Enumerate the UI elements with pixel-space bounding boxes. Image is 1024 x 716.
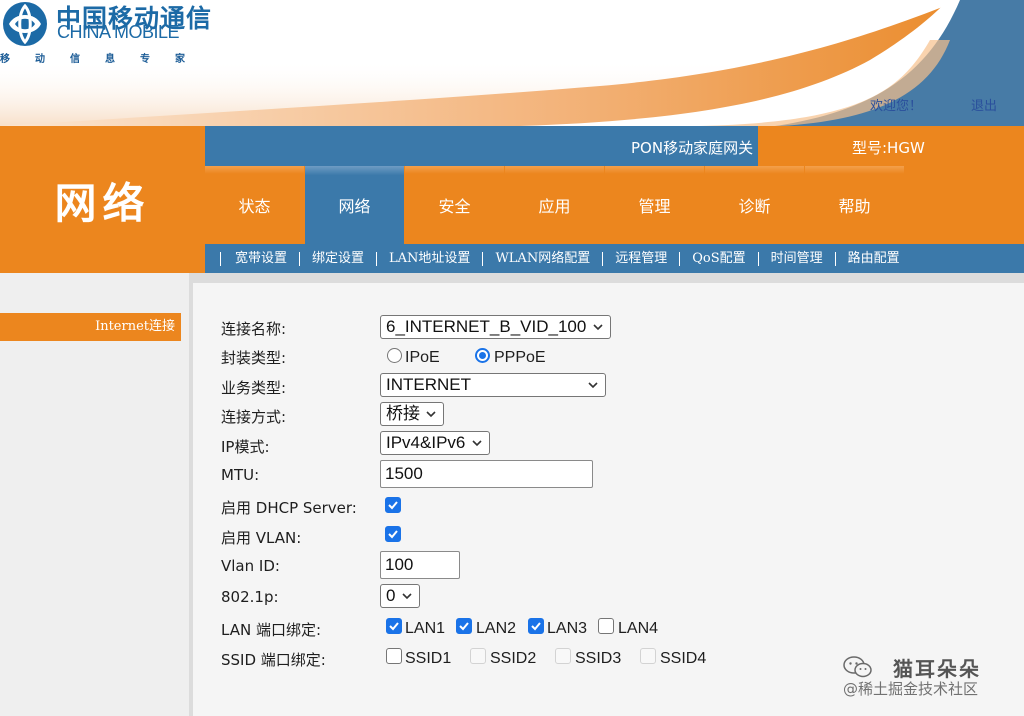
mtu-input[interactable]: 1500	[380, 460, 593, 488]
radio-ipoe[interactable]	[387, 348, 402, 363]
welcome-text: 欢迎您！	[870, 99, 923, 114]
radio-pppoe-label: PPPoE	[494, 349, 546, 366]
tab-network[interactable]: 网络	[305, 166, 404, 244]
service-type-select[interactable]: INTERNET	[380, 373, 606, 397]
subnav-time-management[interactable]: 时间管理	[757, 251, 835, 266]
checkmark-icon	[531, 622, 541, 631]
ip-mode-select[interactable]: IPv4&IPv6	[380, 431, 490, 455]
lan4-checkbox[interactable]	[598, 618, 614, 634]
subnav-broadband-settings[interactable]: 宽带设置	[220, 251, 299, 266]
vlan-id-input[interactable]: 100	[380, 551, 460, 579]
connection-name-label: 连接名称:	[221, 320, 287, 338]
radio-pppoe[interactable]	[475, 348, 490, 363]
service-type-value: INTERNET	[386, 375, 471, 394]
connection-name-select[interactable]: 6_INTERNET_B_VID_100	[380, 315, 611, 339]
wechat-icon	[843, 656, 872, 678]
vlan-id-label: Vlan ID:	[221, 557, 280, 575]
lan3-checkbox[interactable]	[528, 618, 544, 634]
slogan-char: 动	[35, 54, 45, 65]
device-name: PON移动家庭网关	[631, 139, 754, 157]
chevron-down-icon	[593, 324, 603, 331]
lan2-checkbox[interactable]	[456, 618, 472, 634]
radio-ipoe-label: IPoE	[405, 349, 440, 366]
chevron-down-icon	[402, 593, 412, 600]
checkmark-icon	[388, 530, 398, 539]
priority-select[interactable]: 0	[380, 584, 420, 608]
subnav-binding-settings[interactable]: 绑定设置	[299, 251, 376, 266]
top-banner: 中国移动通信 CHINA MOBILE 移 动 信 息 专 家 欢迎您！ 退出	[0, 0, 1024, 126]
mtu-label: MTU:	[221, 466, 260, 484]
ssid3-label: SSID3	[575, 650, 622, 667]
encapsulation-label: 封装类型:	[221, 349, 287, 367]
logout-link[interactable]: 退出	[971, 95, 997, 114]
main-nav: 状态 网络 安全 应用 管理 诊断 帮助	[205, 166, 905, 244]
subnav-wlan-config[interactable]: WLAN网络配置	[482, 251, 602, 266]
ssid4-checkbox[interactable]	[640, 648, 656, 664]
dhcp-server-label: 启用 DHCP Server:	[221, 499, 357, 517]
ssid1-label: SSID1	[405, 650, 452, 667]
priority-label: 802.1p:	[221, 588, 279, 606]
lan1-label: LAN1	[405, 620, 446, 637]
chevron-down-icon	[588, 382, 598, 389]
subnav-remote-management[interactable]: 远程管理	[602, 251, 679, 266]
ssid1-checkbox[interactable]	[386, 648, 402, 664]
subnav-routing-config[interactable]: 路由配置	[834, 251, 912, 266]
ssid3-checkbox[interactable]	[555, 648, 571, 664]
tab-management[interactable]: 管理	[605, 166, 704, 244]
slogan-char: 移	[0, 54, 10, 65]
model-label: 型号:HGW	[852, 139, 925, 157]
ssid2-checkbox[interactable]	[470, 648, 486, 664]
connection-mode-select[interactable]: 桥接	[380, 402, 444, 426]
brand-slogan: 移 动 信 息 专 家	[0, 50, 185, 65]
tab-help[interactable]: 帮助	[805, 166, 904, 244]
lan1-checkbox[interactable]	[386, 618, 402, 634]
slogan-char: 专	[140, 54, 150, 65]
vlan-label: 启用 VLAN:	[221, 529, 302, 547]
lan-binding-label: LAN 端口绑定:	[221, 621, 322, 639]
chevron-down-icon	[426, 411, 436, 418]
section-title: 网络	[54, 179, 151, 228]
slogan-char: 息	[105, 54, 115, 65]
china-mobile-logo-icon	[3, 2, 47, 46]
ssid-binding-label: SSID 端口绑定:	[221, 651, 326, 669]
connection-mode-value: 桥接	[386, 404, 420, 423]
ssid2-label: SSID2	[490, 650, 537, 667]
ip-mode-label: IP模式:	[221, 438, 270, 456]
subnav-lan-address[interactable]: LAN地址设置	[376, 251, 482, 266]
connection-name-value: 6_INTERNET_B_VID_100	[386, 317, 587, 336]
chevron-down-icon	[472, 440, 482, 447]
tab-diagnosis[interactable]: 诊断	[705, 166, 804, 244]
sub-nav: 宽带设置 绑定设置 LAN地址设置 WLAN网络配置 远程管理 QoS配置 时间…	[220, 244, 912, 273]
vlan-checkbox[interactable]	[385, 526, 401, 542]
service-type-label: 业务类型:	[221, 379, 287, 397]
watermark-source: @稀土掘金技术社区	[843, 680, 979, 698]
tab-security[interactable]: 安全	[405, 166, 504, 244]
sidebar-item-internet-connection[interactable]: Internet连接	[0, 313, 181, 341]
connection-mode-label: 连接方式:	[221, 408, 287, 426]
ip-mode-value: IPv4&IPv6	[386, 433, 466, 452]
slogan-char: 信	[70, 54, 80, 65]
dhcp-server-checkbox[interactable]	[385, 497, 401, 513]
lan4-label: LAN4	[618, 620, 659, 637]
subnav-qos-config[interactable]: QoS配置	[679, 251, 757, 266]
lan2-label: LAN2	[476, 620, 517, 637]
lan3-label: LAN3	[547, 620, 588, 637]
checkmark-icon	[388, 501, 398, 510]
tab-application[interactable]: 应用	[505, 166, 604, 244]
checkmark-icon	[389, 622, 399, 631]
priority-value: 0	[386, 586, 396, 605]
ssid4-label: SSID4	[660, 650, 707, 667]
brand-name-en: CHINA MOBILE	[57, 22, 180, 42]
slogan-char: 家	[175, 54, 185, 65]
checkmark-icon	[459, 622, 469, 631]
tab-status[interactable]: 状态	[205, 166, 304, 244]
